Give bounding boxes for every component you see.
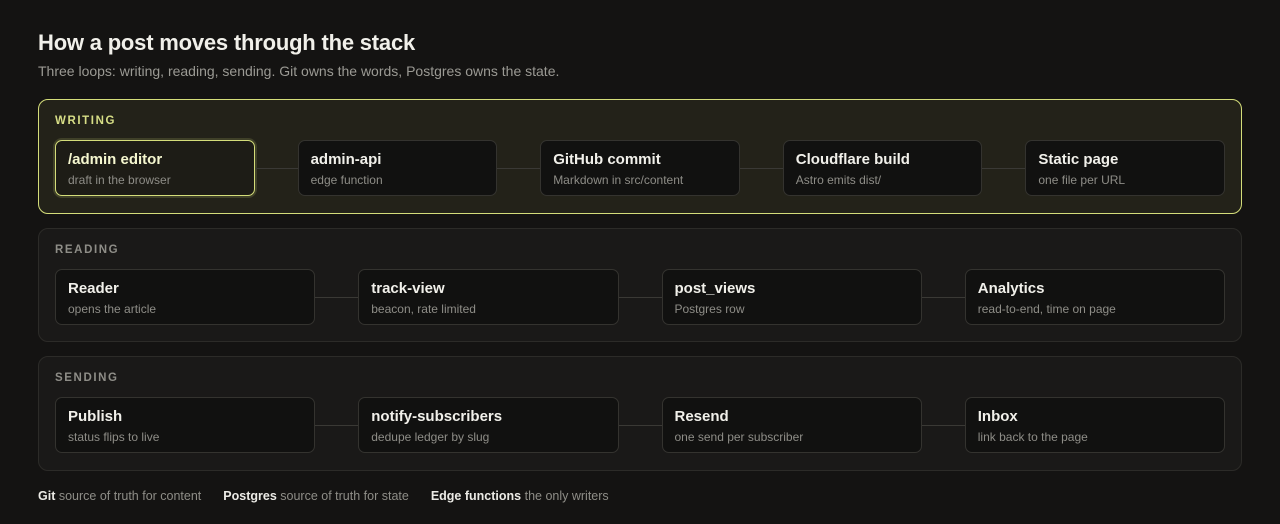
node-title: track-view bbox=[371, 280, 445, 297]
node-reader[interactable]: Reader opens the article bbox=[55, 269, 316, 325]
node-title: Publish bbox=[68, 408, 123, 425]
node-admin-api[interactable]: admin-api edge function bbox=[297, 140, 498, 196]
node-subtitle: Markdown in src/content bbox=[553, 173, 684, 187]
section-writing: WRITING /admin editor draft in the brows… bbox=[38, 99, 1242, 214]
connector-line bbox=[618, 296, 662, 298]
flow-row-sending: Publish status flips to live notify-subs… bbox=[55, 397, 1225, 453]
node-subtitle: one send per subscriber bbox=[674, 430, 804, 444]
connector-line bbox=[315, 424, 359, 426]
connector-line bbox=[739, 167, 783, 169]
legend-desc: source of truth for content bbox=[58, 489, 202, 503]
connector-line bbox=[497, 167, 541, 169]
connector-line bbox=[921, 424, 965, 426]
node-title: post_views bbox=[674, 280, 756, 297]
connector-line bbox=[254, 167, 298, 169]
node-cloudflare-build[interactable]: Cloudflare build Astro emits dist/ bbox=[782, 140, 983, 196]
page-subtitle: Three loops: writing, reading, sending. … bbox=[38, 63, 560, 79]
section-label-writing: WRITING bbox=[55, 115, 117, 127]
section-reading: READING Reader opens the article track-v… bbox=[38, 228, 1242, 342]
node-post-views[interactable]: post_views Postgres row bbox=[661, 269, 922, 325]
node-title: Inbox bbox=[977, 408, 1018, 425]
legend-term: Edge functions bbox=[430, 489, 522, 503]
node-analytics[interactable]: Analytics read-to-end, time on page bbox=[964, 269, 1225, 325]
node-title: /admin editor bbox=[68, 151, 163, 168]
node-subtitle: status flips to live bbox=[68, 430, 160, 444]
legend-desc: the only writers bbox=[524, 489, 609, 503]
node-title: Cloudflare build bbox=[795, 151, 910, 168]
section-label-reading: READING bbox=[55, 244, 120, 256]
node-title: Static page bbox=[1038, 151, 1119, 168]
node-title: notify-subscribers bbox=[371, 408, 503, 425]
flow-row-writing: /admin editor draft in the browser admin… bbox=[55, 140, 1225, 196]
legend-term: Postgres bbox=[223, 489, 277, 503]
node-subtitle: beacon, rate limited bbox=[371, 302, 476, 316]
node-publish[interactable]: Publish status flips to live bbox=[55, 397, 316, 453]
node-subtitle: opens the article bbox=[68, 302, 157, 316]
legend-item-postgres: Postgres source of truth for state bbox=[223, 488, 409, 504]
node-subtitle: read-to-end, time on page bbox=[977, 302, 1116, 316]
node-github-commit[interactable]: GitHub commit Markdown in src/content bbox=[540, 140, 740, 196]
node-title: Analytics bbox=[977, 280, 1045, 297]
node-inbox[interactable]: Inbox link back to the page bbox=[964, 397, 1225, 453]
node-subtitle: Astro emits dist/ bbox=[795, 173, 882, 187]
legend-item-git: Git source of truth for content bbox=[38, 488, 201, 504]
connector-line bbox=[618, 424, 662, 426]
legend-item-edge-functions: Edge functions the only writers bbox=[431, 488, 609, 504]
section-sending: SENDING Publish status flips to live not… bbox=[38, 356, 1242, 471]
node-title: admin-api bbox=[310, 151, 382, 168]
header: How a post moves through the stack Three… bbox=[38, 28, 559, 80]
legend-term: Git bbox=[38, 489, 56, 503]
node-subtitle: link back to the page bbox=[977, 430, 1088, 444]
page-title: How a post moves through the stack bbox=[38, 30, 416, 55]
connector-line bbox=[921, 296, 965, 298]
node-admin-editor[interactable]: /admin editor draft in the browser bbox=[55, 140, 255, 196]
node-static-page[interactable]: Static page one file per URL bbox=[1025, 140, 1225, 196]
connector-line bbox=[982, 167, 1026, 169]
node-resend[interactable]: Resend one send per subscriber bbox=[661, 397, 922, 453]
node-title: GitHub commit bbox=[553, 151, 661, 168]
section-label-sending: SENDING bbox=[55, 372, 119, 384]
node-subtitle: edge function bbox=[310, 173, 383, 187]
legend: Git source of truth for content Postgres… bbox=[38, 488, 609, 504]
node-notify-subscribers[interactable]: notify-subscribers dedupe ledger by slug bbox=[358, 397, 619, 453]
node-title: Resend bbox=[674, 408, 729, 425]
node-subtitle: one file per URL bbox=[1038, 173, 1126, 187]
connector-line bbox=[315, 296, 359, 298]
flow-row-reading: Reader opens the article track-view beac… bbox=[55, 269, 1225, 325]
node-track-view[interactable]: track-view beacon, rate limited bbox=[358, 269, 619, 325]
node-subtitle: draft in the browser bbox=[68, 173, 171, 187]
node-title: Reader bbox=[68, 280, 119, 297]
legend-desc: source of truth for state bbox=[280, 489, 409, 503]
node-subtitle: dedupe ledger by slug bbox=[371, 430, 490, 444]
node-subtitle: Postgres row bbox=[674, 302, 745, 316]
